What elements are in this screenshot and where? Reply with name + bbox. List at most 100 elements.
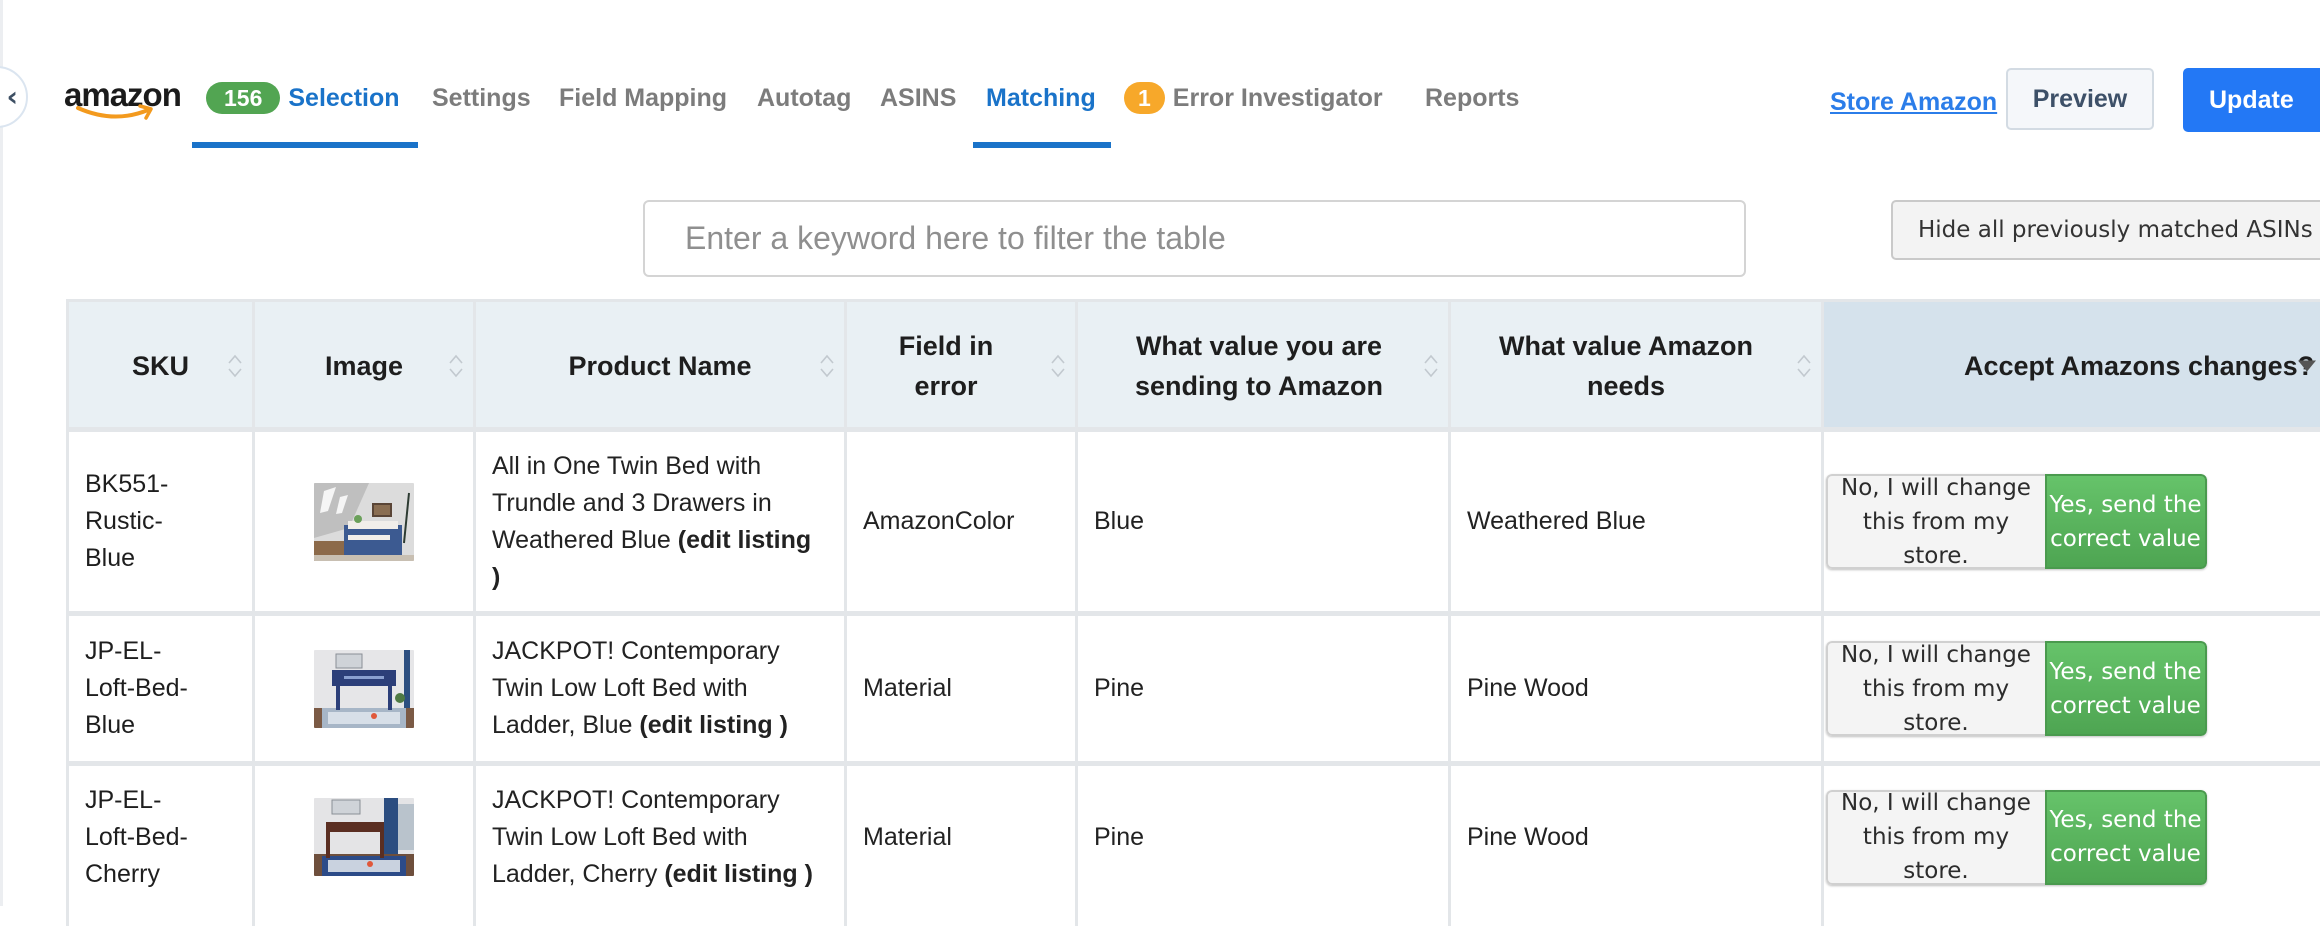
hide-matched-asins-button[interactable]: Hide all previously matched ASINs [1891,200,2320,260]
table-row: JP-EL-Loft-Bed-Cherry JACKPOT! Contempor… [66,766,2320,926]
image-cell [255,616,476,761]
column-header-field-in-error[interactable]: Field in error [847,302,1078,429]
image-cell [255,432,476,611]
field-in-error-cell: Material [847,616,1078,761]
sort-icon[interactable] [226,351,244,381]
amazon-value-cell: Pine Wood [1451,766,1824,926]
column-header-label: What value Amazon needs [1498,330,1754,401]
sending-value-text: Pine [1094,674,1145,702]
image-cell [255,766,476,926]
sku-cell: BK551-Rustic-Blue [66,432,255,611]
column-header-accept-changes[interactable]: Accept Amazons changes? [1824,302,2320,429]
product-image-loft-bed-blue[interactable] [314,649,414,728]
sku-cell: JP-EL-Loft-Bed-Cherry [66,766,255,926]
tab-label: ASINS [880,83,957,112]
amazon-value-text: Pine Wood [1467,822,1589,851]
sku-text: JP-EL-Loft-Bed-Cherry [85,785,188,888]
table-row: BK551-Rustic-Blue All in One Twin Bed wi… [66,432,2320,616]
tab-asins[interactable]: ASINS [880,78,956,118]
tab-reports[interactable]: Reports [1425,78,1519,118]
reject-change-button[interactable]: No, I will change this from my store. [1825,641,2045,736]
accept-changes-cell: No, I will change this from my store. Ye… [1824,616,2320,761]
sort-icon[interactable] [1795,351,1813,381]
product-name-cell: JACKPOT! Contemporary Twin Low Loft Bed … [476,766,847,926]
filter-dropdown-caret-icon[interactable] [2298,360,2316,371]
tab-label: Settings [432,83,531,112]
preview-button[interactable]: Preview [2006,68,2154,130]
update-button[interactable]: Update [2183,68,2320,132]
sku-text: BK551-Rustic-Blue [85,470,169,572]
product-name-cell: JACKPOT! Contemporary Twin Low Loft Bed … [476,616,847,761]
column-header-sku[interactable]: SKU [66,302,255,429]
column-header-product-name[interactable]: Product Name [476,302,847,429]
accept-changes-toggle: No, I will change this from my store. Ye… [1825,789,2207,885]
accept-changes-toggle: No, I will change this from my store. Ye… [1825,474,2207,569]
product-name-cell: All in One Twin Bed with Trundle and 3 D… [476,432,847,611]
product-image-bed-trundle-blue[interactable] [314,482,414,561]
column-header-label: Field in error [898,330,994,401]
tab-label: Matching [986,83,1096,112]
store-amazon-link[interactable]: Store Amazon [1830,88,1997,117]
column-header-label: Image [324,350,404,381]
field-in-error-text: Material [863,822,952,851]
product-image-loft-bed-cherry[interactable] [314,798,414,876]
table-row: JP-EL-Loft-Bed-Blue JACKPOT! Contemporar… [66,616,2320,766]
amazon-value-text: Pine Wood [1467,674,1589,702]
column-header-amazon-value[interactable]: What value Amazon needs [1451,302,1824,429]
selection-count-badge: 156 [206,82,281,114]
column-header-label: SKU [131,350,189,381]
sending-value-text: Pine [1094,822,1145,851]
sort-icon[interactable] [818,351,836,381]
collapse-sidebar-button[interactable]: ‹ [0,66,28,128]
column-header-sending-value[interactable]: What value you are sending to Amazon [1078,302,1451,429]
chevron-left-icon: ‹ [6,80,18,113]
tab-matching[interactable]: Matching [986,78,1096,118]
field-in-error-text: Material [863,674,952,702]
accept-changes-cell: No, I will change this from my store. Ye… [1824,766,2320,926]
edit-listing-label: edit listing [686,525,812,554]
sku-text: JP-EL-Loft-Bed-Blue [85,637,188,739]
sort-icon[interactable] [1422,351,1440,381]
amazon-smile-icon [76,104,153,120]
column-header-label: Product Name [568,350,752,381]
active-tab-indicator-selection [192,142,418,148]
reject-change-button[interactable]: No, I will change this from my store. [1825,789,2045,885]
tab-error-investigator[interactable]: 1 Error Investigator [1124,78,1383,118]
sending-value-cell: Pine [1078,766,1451,926]
amazon-value-cell: Pine Wood [1451,616,1824,761]
field-in-error-text: AmazonColor [863,507,1015,535]
accept-change-button[interactable]: Yes, send the correct value [2044,641,2207,736]
sending-value-text: Blue [1094,507,1145,535]
tab-autotag[interactable]: Autotag [757,78,851,118]
tab-label: Selection [288,83,400,112]
sending-value-cell: Pine [1078,616,1451,761]
tab-field-mapping[interactable]: Field Mapping [559,78,727,118]
tab-selection[interactable]: 156 Selection [206,78,400,118]
tab-label: Reports [1425,83,1520,112]
accept-changes-cell: No, I will change this from my store. Ye… [1824,432,2320,611]
column-header-image[interactable]: Image [255,302,476,429]
left-rail [0,0,3,906]
edit-listing-link[interactable]: (edit listing ) [639,711,788,739]
edit-listing-label: edit listing [647,711,773,739]
amazon-value-cell: Weathered Blue [1451,432,1824,611]
accept-change-button[interactable]: Yes, send the correct value [2044,474,2207,569]
active-tab-indicator-matching [973,142,1111,148]
column-header-label: What value you are sending to Amazon [1135,330,1383,401]
reject-change-button[interactable]: No, I will change this from my store. [1825,474,2045,569]
amazon-logo: amazon [64,78,182,124]
sort-icon[interactable] [447,351,465,381]
tab-label: Autotag [757,83,852,112]
field-in-error-cell: Material [847,766,1078,926]
tab-label: Error Investigator [1172,83,1383,112]
amazon-value-text: Weathered Blue [1467,507,1646,535]
column-header-label: Accept Amazons changes? [1964,350,2315,381]
sort-icon[interactable] [1049,351,1067,381]
sku-cell: JP-EL-Loft-Bed-Blue [66,616,255,761]
accept-change-button[interactable]: Yes, send the correct value [2044,789,2207,885]
edit-listing-link[interactable]: (edit listing ) [664,860,813,888]
tab-settings[interactable]: Settings [432,78,531,118]
edit-listing-label: edit listing [672,859,798,888]
accept-changes-toggle: No, I will change this from my store. Ye… [1825,641,2207,736]
table-filter-input[interactable] [643,200,1746,277]
